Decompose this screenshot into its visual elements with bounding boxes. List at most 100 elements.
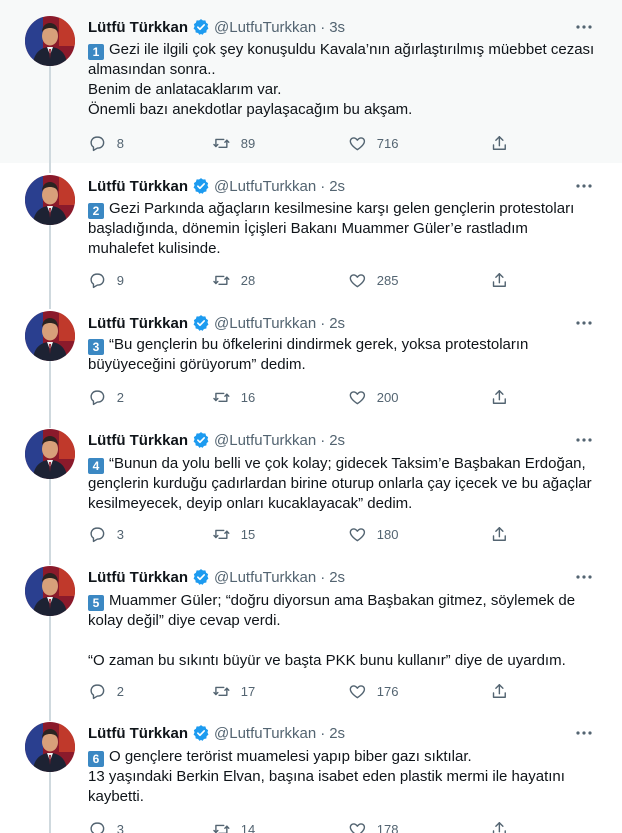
like-button[interactable]: 200 [348,387,398,407]
more-options-icon[interactable] [574,567,594,587]
tweet-actions: 3 14 178 [84,819,524,833]
tweet[interactable]: Lütfü Türkkan @LutfuTurkkan · 2s 3 “Bu ge… [0,299,622,416]
separator-dot: · [320,314,326,332]
reply-count: 8 [116,135,124,151]
share-button[interactable] [490,270,519,290]
reply-count: 9 [116,272,124,288]
tweet-text-line: Gezi ile ilgili çok şey konuşuldu Kavala… [109,41,595,58]
tweet-text-line: O gençlere terörist muamelesi yapıp bibe… [109,748,472,765]
share-button[interactable] [490,133,519,153]
tweet[interactable]: Lütfü Türkkan @LutfuTurkkan · 2s 6 O genç… [0,709,622,833]
share-icon [492,526,506,541]
avatar[interactable] [25,311,75,361]
more-options-icon[interactable] [574,723,594,743]
more-options-icon[interactable] [574,17,594,37]
tweet-text: 5 Muammer Güler; “doğru diyorsun ama Başb… [88,591,588,671]
author-handle[interactable]: @LutfuTurkkan [214,178,316,195]
retweet-button[interactable]: 15 [212,524,255,544]
avatar[interactable] [25,566,75,616]
tweet[interactable]: Lütfü Türkkan @LutfuTurkkan · 2s 2 Gezi P… [0,163,622,299]
more-options-icon[interactable] [574,430,594,450]
retweet-button[interactable]: 89 [212,133,255,153]
separator-dot: · [320,568,326,586]
avatar[interactable] [25,175,75,225]
thread-line [49,553,51,565]
like-button[interactable]: 285 [348,270,398,290]
avatar[interactable] [25,722,75,772]
tweet-text-line: gençlerin kurduğu çadırlardan birine otu… [88,475,592,492]
author-handle[interactable]: @LutfuTurkkan [214,432,316,449]
retweet-button[interactable]: 28 [212,270,255,290]
verified-badge-icon [192,431,210,449]
retweet-button[interactable]: 16 [212,387,255,407]
share-button[interactable] [490,819,519,833]
dots-icon [576,184,592,188]
author-name[interactable]: Lütfü Türkkan [88,432,188,449]
author-name[interactable]: Lütfü Türkkan [88,315,188,332]
tweet-text: 3 “Bu gençlerin bu öfkelerini dindirmek g… [88,335,588,375]
author-handle[interactable]: @LutfuTurkkan [214,725,316,742]
like-icon [349,273,366,287]
share-icon [492,821,506,833]
verified-badge-icon [192,724,210,742]
share-icon [492,683,506,698]
like-button[interactable]: 178 [348,819,398,833]
reply-button[interactable]: 9 [88,270,124,290]
verified-badge-icon [192,314,210,332]
share-button[interactable] [490,681,519,701]
thread-number-badge: 6 [88,751,104,767]
tweet-text: 1 Gezi ile ilgili çok şey konuşuldu Kaval… [88,40,594,120]
author-name[interactable]: Lütfü Türkkan [88,569,188,586]
tweet-text-line: kaybetti. [88,788,144,805]
tweet-time[interactable]: 2s [329,178,345,195]
tweet-text: 2 Gezi Parkında ağaçların kesilmesine kar… [88,199,588,259]
like-count: 716 [376,135,399,151]
share-button[interactable] [490,387,519,407]
thread-number-badge: 4 [88,458,104,474]
tweet-time[interactable]: 3s [329,19,345,36]
dots-icon [576,25,592,29]
tweet-text-line: “Bu gençlerin bu öfkelerini dindirmek ge… [109,336,529,353]
author-name[interactable]: Lütfü Türkkan [88,725,188,742]
tweet[interactable]: Lütfü Türkkan @LutfuTurkkan · 2s 4 “Bunun… [0,416,622,553]
tweet-time[interactable]: 2s [329,725,345,742]
tweet-text-line: başladığında, dönemin İçişleri Bakanı Mu… [88,220,528,237]
reply-button[interactable]: 2 [88,681,124,701]
tweet-text-line: Benim de anlatacaklarım var. [88,81,282,98]
like-count: 285 [376,272,399,288]
thread-number-badge: 3 [88,339,104,355]
tweet[interactable]: Lütfü Türkkan @LutfuTurkkan · 2s 5 Muamme… [0,553,622,709]
more-options-icon[interactable] [574,176,594,196]
like-count: 178 [376,821,399,833]
author-handle[interactable]: @LutfuTurkkan [214,315,316,332]
avatar[interactable] [25,429,75,479]
author-handle[interactable]: @LutfuTurkkan [214,19,316,36]
like-button[interactable]: 716 [348,133,398,153]
reply-icon [90,273,105,288]
retweet-count: 14 [240,821,256,833]
share-button[interactable] [490,524,519,544]
reply-button[interactable]: 2 [88,387,124,407]
tweet-time[interactable]: 2s [329,315,345,332]
retweet-button[interactable]: 14 [212,819,255,833]
author-name[interactable]: Lütfü Türkkan [88,178,188,195]
tweet-time[interactable]: 2s [329,569,345,586]
retweet-button[interactable]: 17 [212,681,255,701]
verified-badge-icon [192,18,210,36]
reply-button[interactable]: 3 [88,524,124,544]
reply-count: 2 [116,683,124,699]
thread-line [49,361,51,416]
reply-button[interactable]: 8 [88,133,124,153]
author-handle[interactable]: @LutfuTurkkan [214,569,316,586]
like-button[interactable]: 180 [348,524,398,544]
more-options-icon[interactable] [574,313,594,333]
separator-dot: · [320,431,326,449]
avatar[interactable] [25,16,75,66]
retweet-icon [213,275,230,285]
reply-button[interactable]: 3 [88,819,124,833]
author-name[interactable]: Lütfü Türkkan [88,19,188,36]
reply-icon [90,822,105,833]
tweet[interactable]: Lütfü Türkkan @LutfuTurkkan · 3s 1 Gezi i… [0,0,622,163]
tweet-time[interactable]: 2s [329,432,345,449]
like-button[interactable]: 176 [348,681,398,701]
